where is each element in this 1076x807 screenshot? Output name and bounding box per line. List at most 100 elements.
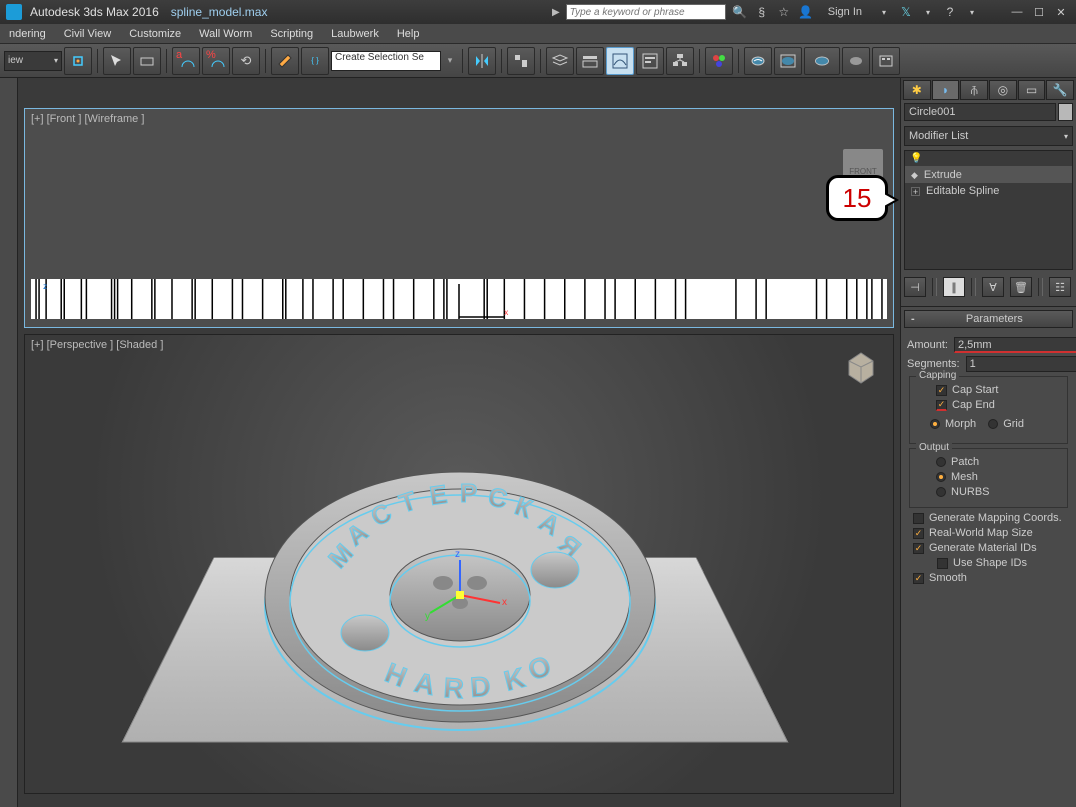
grid-radio[interactable]: Grid <box>988 418 1024 430</box>
render-setup-button[interactable] <box>744 47 772 75</box>
select-manipulate-button[interactable] <box>103 47 131 75</box>
snap-spinner-button[interactable]: ⟲ <box>232 47 260 75</box>
file-name: spline_model.max <box>171 5 268 19</box>
sign-in-link[interactable]: Sign In <box>828 6 862 18</box>
remove-modifier-button[interactable]: 🗑 <box>1010 277 1032 297</box>
minimize-button[interactable]: — <box>1006 3 1028 21</box>
render-in-cloud-button[interactable] <box>872 47 900 75</box>
tab-display[interactable]: ▭ <box>1018 80 1046 100</box>
make-unique-button[interactable]: ∀ <box>982 277 1004 297</box>
svg-text:x: x <box>504 308 508 317</box>
exchange-dropdown-icon[interactable]: ▾ <box>920 4 936 20</box>
render-frame-button[interactable] <box>774 47 802 75</box>
menu-wall-worm[interactable]: Wall Worm <box>190 28 261 40</box>
object-color-swatch[interactable] <box>1058 103 1073 121</box>
modifier-editable-spline[interactable]: + Editable Spline <box>905 183 1072 199</box>
expand-icon[interactable]: + <box>911 187 920 196</box>
tab-hierarchy[interactable]: ⫚ <box>960 80 988 100</box>
render-production-button[interactable] <box>804 47 840 75</box>
user-icon[interactable]: 👤 <box>798 4 814 20</box>
menu-civil-view[interactable]: Civil View <box>55 28 120 40</box>
tab-utilities[interactable]: 🔧 <box>1046 80 1074 100</box>
material-editor-button[interactable] <box>705 47 733 75</box>
utilities-icon: 🔧 <box>1053 83 1068 97</box>
viewcube-perspective[interactable] <box>843 349 879 385</box>
pivot-center-button[interactable] <box>64 47 92 75</box>
smooth-checkbox[interactable]: ✓Smooth <box>907 572 1070 584</box>
menu-laubwerk[interactable]: Laubwerk <box>322 28 388 40</box>
display-icon: ▭ <box>1026 83 1037 97</box>
cap-end-checkbox[interactable]: ✓Cap End <box>916 399 1061 411</box>
schematic-view-button[interactable] <box>666 47 694 75</box>
mesh-radio[interactable]: Mesh <box>916 471 1061 483</box>
real-world-checkbox[interactable]: ✓Real-World Map Size <box>907 527 1070 539</box>
viewport-front-label[interactable]: [+] [Front ] [Wireframe ] <box>31 113 144 125</box>
named-selection-edit-button[interactable] <box>271 47 299 75</box>
left-toolbar-strip <box>0 78 18 807</box>
command-panel-tabs: ✱ ◗ ⫚ ◎ ▭ 🔧 <box>901 78 1076 100</box>
help-icon[interactable]: ? <box>942 4 958 20</box>
search-icon[interactable]: 🔍 <box>732 4 748 20</box>
snap-percent-button[interactable]: % <box>202 47 230 75</box>
menu-customize[interactable]: Customize <box>120 28 190 40</box>
toggle-icon[interactable]: ◆ <box>911 170 918 181</box>
create-icon: ✱ <box>912 83 922 97</box>
reference-coord-dropdown[interactable]: iew▾ <box>4 51 62 71</box>
viewport-perspective[interactable]: [+] [Perspective ] [Shaded ] <box>24 334 894 794</box>
tab-motion[interactable]: ◎ <box>989 80 1017 100</box>
modifier-stack[interactable]: 💡 ◆ Extrude + Editable Spline <box>904 150 1073 270</box>
help-dropdown-icon[interactable]: ▾ <box>964 4 980 20</box>
viewport-front[interactable]: [+] [Front ] [Wireframe ] FRONT z x <box>24 108 894 328</box>
modifier-list-dropdown[interactable]: Modifier List▾ <box>904 126 1073 146</box>
menu-rendering[interactable]: ndering <box>0 28 55 40</box>
title-bar: Autodesk 3ds Max 2016 spline_model.max ▶… <box>0 0 1076 24</box>
layer-manager-button[interactable] <box>546 47 574 75</box>
viewport-perspective-label[interactable]: [+] [Perspective ] [Shaded ] <box>31 339 163 351</box>
collapse-icon: - <box>911 313 915 325</box>
object-name-input[interactable] <box>904 103 1056 121</box>
svg-text:x: x <box>502 597 507 608</box>
modifier-stack-tools: ⊣ ∥ ∀ 🗑 ☷ <box>904 276 1073 298</box>
pin-stack-button[interactable]: ⊣ <box>904 277 926 297</box>
mirror-button[interactable] <box>468 47 496 75</box>
subscription-icon[interactable]: § <box>754 4 770 20</box>
nurbs-radio[interactable]: NURBS <box>916 486 1061 498</box>
keyboard-shortcut-button[interactable] <box>133 47 161 75</box>
infocenter-toggle-icon[interactable]: ▶ <box>552 7 560 18</box>
sign-in-dropdown-icon[interactable]: ▾ <box>876 4 892 20</box>
tab-modify[interactable]: ◗ <box>932 80 960 100</box>
configure-sets-button[interactable]: ☷ <box>1049 277 1071 297</box>
annotation-callout-15: 15 <box>826 175 888 221</box>
dope-sheet-button[interactable] <box>636 47 664 75</box>
named-selection-dropdown[interactable]: Create Selection Se <box>331 51 441 71</box>
render-iterative-button[interactable] <box>842 47 870 75</box>
amount-input[interactable] <box>954 337 1076 353</box>
generate-material-checkbox[interactable]: ✓Generate Material IDs <box>907 542 1070 554</box>
cap-start-checkbox[interactable]: ✓Cap Start <box>916 384 1061 396</box>
snap-angle-button[interactable]: a <box>172 47 200 75</box>
maximize-button[interactable]: ☐ <box>1028 3 1050 21</box>
show-end-result-button[interactable]: ∥ <box>943 277 965 297</box>
named-selection-abc-button[interactable]: { } <box>301 47 329 75</box>
toggle-ribbon-button[interactable] <box>576 47 604 75</box>
patch-radio[interactable]: Patch <box>916 456 1061 468</box>
capping-group: Capping ✓Cap Start ✓Cap End Morph Grid <box>909 376 1068 444</box>
segments-label: Segments: <box>907 358 966 370</box>
close-button[interactable]: ✕ <box>1050 3 1072 21</box>
front-view-geometry: z x <box>31 279 887 319</box>
menu-help[interactable]: Help <box>388 28 429 40</box>
parameters-rollout-header[interactable]: - Parameters <box>904 310 1073 328</box>
use-shape-ids-checkbox[interactable]: Use Shape IDs <box>907 557 1070 569</box>
generate-mapping-checkbox[interactable]: Generate Mapping Coords. <box>907 512 1070 524</box>
menu-scripting[interactable]: Scripting <box>261 28 322 40</box>
infocenter-search-input[interactable] <box>566 4 726 20</box>
align-button[interactable] <box>507 47 535 75</box>
svg-text:D: D <box>469 671 491 703</box>
modifier-extrude[interactable]: ◆ Extrude <box>905 167 1072 183</box>
tab-create[interactable]: ✱ <box>903 80 931 100</box>
morph-radio[interactable]: Morph <box>930 418 976 430</box>
favorites-icon[interactable]: ☆ <box>776 4 792 20</box>
curve-editor-button[interactable] <box>606 47 634 75</box>
segments-input[interactable] <box>966 356 1076 372</box>
exchange-icon[interactable]: 𝕏 <box>898 4 914 20</box>
